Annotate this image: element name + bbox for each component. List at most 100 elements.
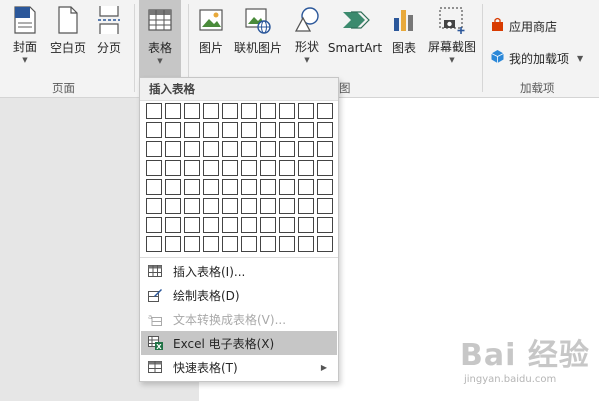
table-grid-cell[interactable] (203, 198, 219, 214)
table-grid-cell[interactable] (146, 236, 162, 252)
table-grid-cell[interactable] (279, 198, 295, 214)
table-grid-cell[interactable] (317, 198, 333, 214)
draw-table-item[interactable]: 绘制表格(D) (141, 283, 337, 307)
table-grid-cell[interactable] (260, 198, 276, 214)
table-grid-cell[interactable] (203, 179, 219, 195)
table-grid-cell[interactable] (184, 217, 200, 233)
table-grid-cell[interactable] (298, 141, 314, 157)
table-grid-cell[interactable] (203, 103, 219, 119)
table-grid-cell[interactable] (146, 217, 162, 233)
table-grid-cell[interactable] (222, 198, 238, 214)
table-grid-cell[interactable] (146, 179, 162, 195)
table-grid-cell[interactable] (279, 179, 295, 195)
table-grid-cell[interactable] (146, 141, 162, 157)
table-grid-cell[interactable] (260, 179, 276, 195)
store-button[interactable]: 应用商店 (490, 17, 557, 35)
table-grid-cell[interactable] (260, 236, 276, 252)
table-grid-cell[interactable] (279, 122, 295, 138)
table-grid-cell[interactable] (222, 160, 238, 176)
table-grid-cell[interactable] (260, 103, 276, 119)
table-grid-cell[interactable] (165, 179, 181, 195)
table-grid-cell[interactable] (317, 141, 333, 157)
table-grid-cell[interactable] (317, 122, 333, 138)
table-grid-cell[interactable] (279, 103, 295, 119)
table-grid-cell[interactable] (317, 103, 333, 119)
table-grid-cell[interactable] (317, 179, 333, 195)
convert-text-to-table-item[interactable]: a 文本转换成表格(V)... (141, 307, 337, 331)
blank-page-button[interactable]: 空白页 (46, 0, 90, 64)
screenshot-icon (437, 0, 467, 39)
table-grid-cell[interactable] (146, 160, 162, 176)
table-grid-cell[interactable] (203, 141, 219, 157)
table-grid-cell[interactable] (165, 141, 181, 157)
table-grid-cell[interactable] (203, 236, 219, 252)
table-grid-cell[interactable] (146, 198, 162, 214)
table-grid-cell[interactable] (279, 236, 295, 252)
insert-table-item[interactable]: 插入表格(I)... (141, 259, 337, 283)
table-grid-cell[interactable] (241, 103, 257, 119)
table-grid-cell[interactable] (260, 122, 276, 138)
table-grid-cell[interactable] (222, 122, 238, 138)
table-grid-cell[interactable] (241, 179, 257, 195)
table-grid-cell[interactable] (241, 217, 257, 233)
table-grid-cell[interactable] (165, 217, 181, 233)
table-grid-cell[interactable] (184, 103, 200, 119)
my-addins-icon (490, 49, 505, 67)
table-button[interactable]: 表格 ▼ (139, 0, 181, 77)
excel-spreadsheet-item[interactable]: X Excel 电子表格(X) (141, 331, 337, 355)
table-grid-cell[interactable] (317, 217, 333, 233)
table-grid-cell[interactable] (203, 160, 219, 176)
table-grid-cell[interactable] (317, 160, 333, 176)
page-break-button[interactable]: 分页 (92, 0, 126, 64)
table-grid-cell[interactable] (298, 236, 314, 252)
table-grid-cell[interactable] (241, 141, 257, 157)
table-grid-cell[interactable] (260, 160, 276, 176)
cover-page-button[interactable]: 封面 ▼ (6, 0, 44, 64)
my-addins-button[interactable]: 我的加载项 ▼ (490, 49, 583, 67)
smartart-button[interactable]: SmartArt (327, 0, 383, 64)
online-picture-button[interactable]: 联机图片 (230, 0, 286, 64)
table-grid-cell[interactable] (184, 179, 200, 195)
table-grid-cell[interactable] (241, 198, 257, 214)
table-grid-cell[interactable] (146, 122, 162, 138)
table-grid-cell[interactable] (317, 236, 333, 252)
table-grid-cell[interactable] (184, 198, 200, 214)
table-grid-cell[interactable] (241, 122, 257, 138)
table-grid-cell[interactable] (184, 160, 200, 176)
table-grid-cell[interactable] (298, 122, 314, 138)
picture-button[interactable]: 图片 (194, 0, 228, 64)
screenshot-button[interactable]: 屏幕截图 ▼ (424, 0, 480, 64)
table-grid-cell[interactable] (222, 141, 238, 157)
table-grid-cell[interactable] (298, 179, 314, 195)
table-grid-cell[interactable] (222, 179, 238, 195)
table-grid-cell[interactable] (203, 217, 219, 233)
table-grid-cell[interactable] (279, 141, 295, 157)
table-grid-cell[interactable] (298, 160, 314, 176)
table-grid-cell[interactable] (184, 122, 200, 138)
table-grid-cell[interactable] (298, 198, 314, 214)
table-grid-cell[interactable] (165, 198, 181, 214)
quick-table-item[interactable]: 快速表格(T) ▶ (141, 355, 337, 379)
table-grid-cell[interactable] (222, 236, 238, 252)
table-grid-cell[interactable] (241, 236, 257, 252)
chart-button[interactable]: 图表 (388, 0, 420, 64)
table-grid-cell[interactable] (165, 236, 181, 252)
table-grid-cell[interactable] (165, 122, 181, 138)
table-grid-cell[interactable] (203, 122, 219, 138)
table-grid-cell[interactable] (184, 236, 200, 252)
table-grid-cell[interactable] (279, 217, 295, 233)
table-grid-cell[interactable] (279, 160, 295, 176)
table-grid-cell[interactable] (260, 217, 276, 233)
table-grid-cell[interactable] (260, 141, 276, 157)
table-size-grid[interactable] (146, 103, 333, 252)
table-grid-cell[interactable] (184, 141, 200, 157)
table-grid-cell[interactable] (165, 160, 181, 176)
table-grid-cell[interactable] (298, 217, 314, 233)
table-grid-cell[interactable] (298, 103, 314, 119)
table-grid-cell[interactable] (165, 103, 181, 119)
shapes-button[interactable]: 形状 ▼ (290, 0, 324, 64)
table-grid-cell[interactable] (241, 160, 257, 176)
table-grid-cell[interactable] (146, 103, 162, 119)
table-grid-cell[interactable] (222, 217, 238, 233)
table-grid-cell[interactable] (222, 103, 238, 119)
